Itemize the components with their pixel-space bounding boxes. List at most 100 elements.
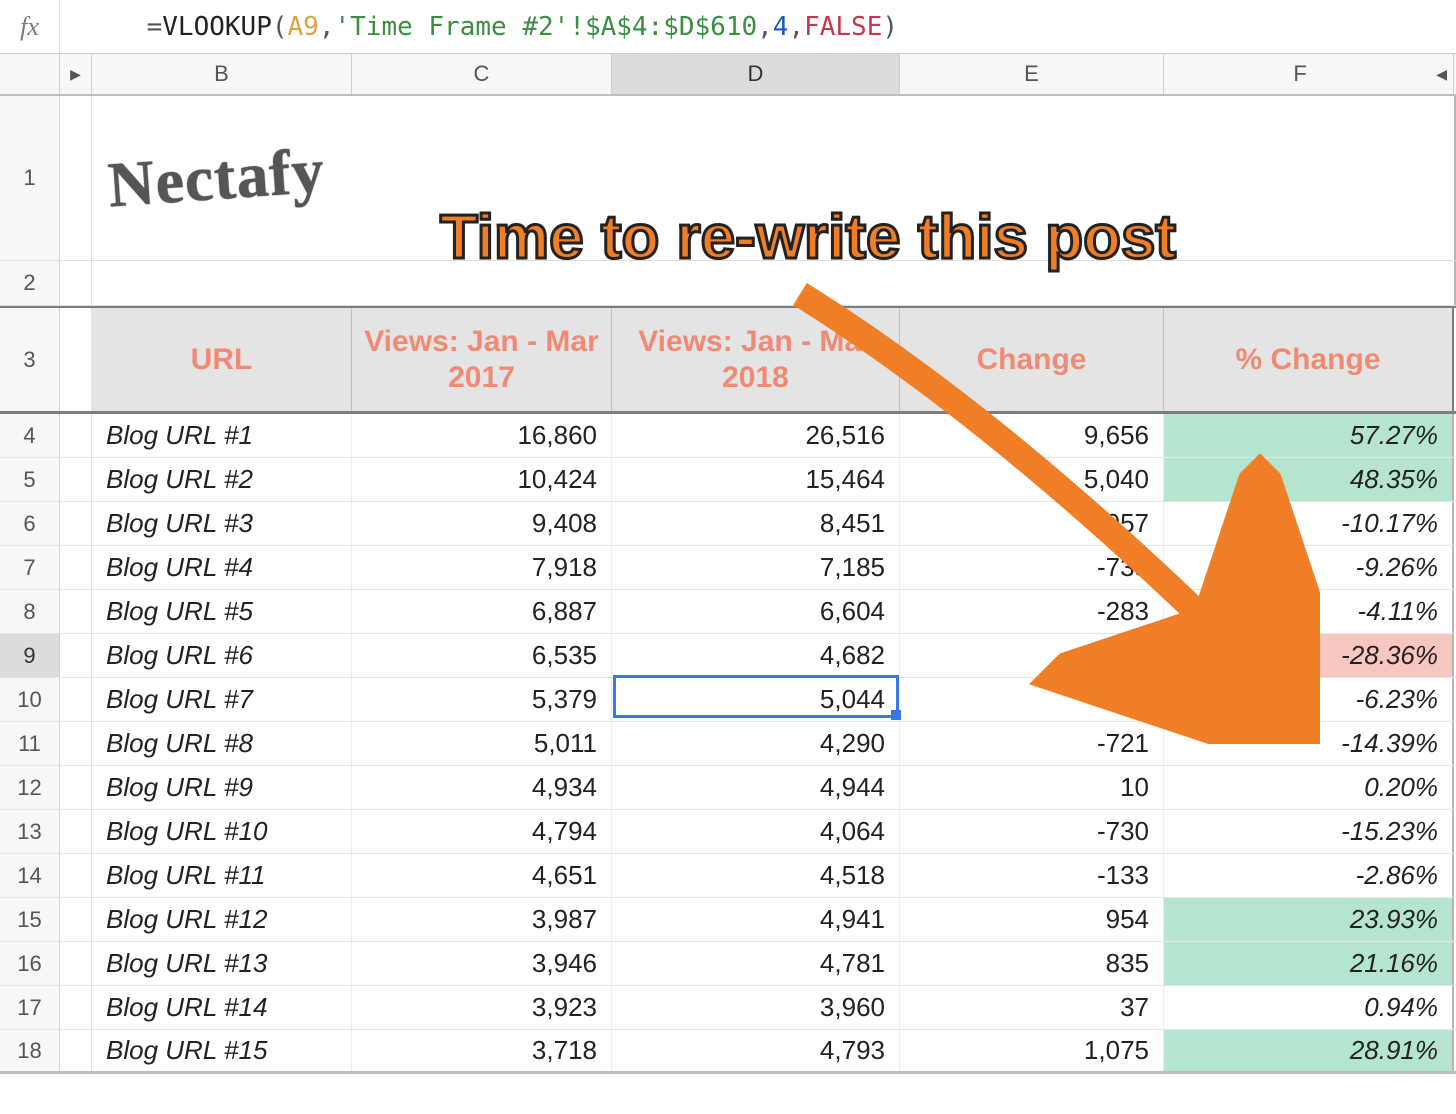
cell-pct-change[interactable]: 23.93% bbox=[1164, 898, 1454, 941]
cell-change[interactable]: 5,040 bbox=[900, 458, 1164, 501]
cell-change[interactable]: -133 bbox=[900, 854, 1164, 897]
cell-url[interactable]: Blog URL #9 bbox=[92, 766, 352, 809]
cell-change[interactable]: -335 bbox=[900, 678, 1164, 721]
cell-views-2018[interactable]: 4,793 bbox=[612, 1030, 900, 1071]
cell-views-2018[interactable]: 4,944 bbox=[612, 766, 900, 809]
row-header-13[interactable]: 13 bbox=[0, 810, 60, 853]
cell-change[interactable]: 9,656 bbox=[900, 414, 1164, 457]
column-header-D[interactable]: D bbox=[612, 54, 900, 94]
row-header-14[interactable]: 14 bbox=[0, 854, 60, 897]
row-header-18[interactable]: 18 bbox=[0, 1030, 60, 1071]
cell-views-2017[interactable]: 6,535 bbox=[352, 634, 612, 677]
row-header-1[interactable]: 1 bbox=[0, 96, 60, 260]
row-header-4[interactable]: 4 bbox=[0, 414, 60, 457]
header-pct-change[interactable]: % Change bbox=[1164, 308, 1454, 411]
cell-views-2017[interactable]: 9,408 bbox=[352, 502, 612, 545]
cell-views-2018[interactable]: 4,290 bbox=[612, 722, 900, 765]
cell-views-2018[interactable]: 4,064 bbox=[612, 810, 900, 853]
cell-views-2017[interactable]: 4,651 bbox=[352, 854, 612, 897]
cell-pct-change[interactable]: -28.36% bbox=[1164, 634, 1454, 677]
cell-url[interactable]: Blog URL #4 bbox=[92, 546, 352, 589]
row-header-15[interactable]: 15 bbox=[0, 898, 60, 941]
cell-change[interactable]: 835 bbox=[900, 942, 1164, 985]
cell-pct-change[interactable]: -6.23% bbox=[1164, 678, 1454, 721]
cell-url[interactable]: Blog URL #3 bbox=[92, 502, 352, 545]
row-header-7[interactable]: 7 bbox=[0, 546, 60, 589]
column-group-expand-icon[interactable]: ▶ bbox=[60, 54, 92, 94]
row-header-11[interactable]: 11 bbox=[0, 722, 60, 765]
cell-pct-change[interactable]: 0.94% bbox=[1164, 986, 1454, 1029]
cell-views-2018[interactable]: 4,518 bbox=[612, 854, 900, 897]
row-header-6[interactable]: 6 bbox=[0, 502, 60, 545]
cell-views-2018[interactable]: 15,464 bbox=[612, 458, 900, 501]
row-header-16[interactable]: 16 bbox=[0, 942, 60, 985]
cell-views-2018[interactable]: 8,451 bbox=[612, 502, 900, 545]
spreadsheet-grid[interactable]: ▶ B C D E F ◀ 1 Nectafy 2 3 URL bbox=[0, 54, 1456, 1074]
cell-change[interactable]: 1,075 bbox=[900, 1030, 1164, 1071]
column-header-B[interactable]: B bbox=[92, 54, 352, 94]
cell-url[interactable]: Blog URL #5 bbox=[92, 590, 352, 633]
row-header-8[interactable]: 8 bbox=[0, 590, 60, 633]
cell-pct-change[interactable]: -10.17% bbox=[1164, 502, 1454, 545]
cell-views-2018[interactable]: 4,682 bbox=[612, 634, 900, 677]
cell-views-2017[interactable]: 3,946 bbox=[352, 942, 612, 985]
cell-url[interactable]: Blog URL #8 bbox=[92, 722, 352, 765]
cell-change[interactable]: -721 bbox=[900, 722, 1164, 765]
row-header-10[interactable]: 10 bbox=[0, 678, 60, 721]
cell-views-2017[interactable]: 7,918 bbox=[352, 546, 612, 589]
cell-pct-change[interactable]: -14.39% bbox=[1164, 722, 1454, 765]
cell-views-2018[interactable]: 26,516 bbox=[612, 414, 900, 457]
cell-views-2018[interactable]: 5,044 bbox=[612, 678, 900, 721]
cell-views-2018[interactable]: 6,604 bbox=[612, 590, 900, 633]
cell-change[interactable]: 37 bbox=[900, 986, 1164, 1029]
cell-url[interactable]: Blog URL #13 bbox=[92, 942, 352, 985]
row-header-2[interactable]: 2 bbox=[0, 261, 60, 305]
cell-url[interactable]: Blog URL #7 bbox=[92, 678, 352, 721]
cell-pct-change[interactable]: 0.20% bbox=[1164, 766, 1454, 809]
cell-url[interactable]: Blog URL #11 bbox=[92, 854, 352, 897]
cell-views-2018[interactable]: 4,781 bbox=[612, 942, 900, 985]
cell-views-2017[interactable]: 10,424 bbox=[352, 458, 612, 501]
row-header-12[interactable]: 12 bbox=[0, 766, 60, 809]
cell-pct-change[interactable]: -15.23% bbox=[1164, 810, 1454, 853]
cell-url[interactable]: Blog URL #1 bbox=[92, 414, 352, 457]
header-url[interactable]: URL bbox=[92, 308, 352, 411]
cell-views-2017[interactable]: 4,934 bbox=[352, 766, 612, 809]
cell-pct-change[interactable]: 57.27% bbox=[1164, 414, 1454, 457]
column-header-E[interactable]: E bbox=[900, 54, 1164, 94]
cell-views-2017[interactable]: 6,887 bbox=[352, 590, 612, 633]
cell-change[interactable]: -957 bbox=[900, 502, 1164, 545]
header-change[interactable]: Change bbox=[900, 308, 1164, 411]
spacer-cell[interactable] bbox=[92, 261, 1456, 305]
cell-url[interactable]: Blog URL #15 bbox=[92, 1030, 352, 1071]
row-header-3[interactable]: 3 bbox=[0, 308, 60, 411]
cell-change[interactable]: -1,853 bbox=[900, 634, 1164, 677]
cell-views-2017[interactable]: 3,923 bbox=[352, 986, 612, 1029]
cell-pct-change[interactable]: 21.16% bbox=[1164, 942, 1454, 985]
column-header-F[interactable]: F ◀ bbox=[1164, 54, 1454, 94]
cell-url[interactable]: Blog URL #12 bbox=[92, 898, 352, 941]
header-views-2017[interactable]: Views: Jan - Mar 2017 bbox=[352, 308, 612, 411]
cell-views-2017[interactable]: 3,718 bbox=[352, 1030, 612, 1071]
row-header-17[interactable]: 17 bbox=[0, 986, 60, 1029]
cell-views-2017[interactable]: 16,860 bbox=[352, 414, 612, 457]
row-header-5[interactable]: 5 bbox=[0, 458, 60, 501]
column-group-collapse-icon[interactable]: ◀ bbox=[1436, 66, 1447, 83]
cell-change[interactable]: 954 bbox=[900, 898, 1164, 941]
cell-views-2018[interactable]: 3,960 bbox=[612, 986, 900, 1029]
cell-views-2017[interactable]: 5,011 bbox=[352, 722, 612, 765]
row-header-9[interactable]: 9 bbox=[0, 634, 60, 677]
cell-views-2018[interactable]: 7,185 bbox=[612, 546, 900, 589]
cell-url[interactable]: Blog URL #6 bbox=[92, 634, 352, 677]
header-views-2018[interactable]: Views: Jan - Mar 2018 bbox=[612, 308, 900, 411]
cell-url[interactable]: Blog URL #2 bbox=[92, 458, 352, 501]
title-merged-cell[interactable]: Nectafy bbox=[92, 96, 1456, 260]
cell-url[interactable]: Blog URL #10 bbox=[92, 810, 352, 853]
cell-change[interactable]: 10 bbox=[900, 766, 1164, 809]
cell-pct-change[interactable]: 48.35% bbox=[1164, 458, 1454, 501]
select-all-corner[interactable] bbox=[0, 54, 60, 94]
cell-url[interactable]: Blog URL #14 bbox=[92, 986, 352, 1029]
cell-pct-change[interactable]: -4.11% bbox=[1164, 590, 1454, 633]
cell-change[interactable]: -283 bbox=[900, 590, 1164, 633]
column-header-C[interactable]: C bbox=[352, 54, 612, 94]
